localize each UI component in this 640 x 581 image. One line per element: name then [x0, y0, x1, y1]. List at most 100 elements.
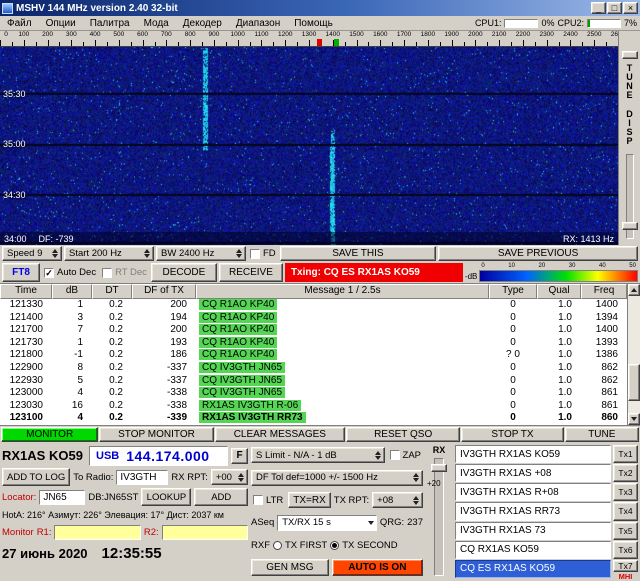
spin-down-icon[interactable] [52, 254, 58, 258]
minimize-icon[interactable]: _ [591, 2, 606, 14]
spin-up-icon[interactable] [238, 473, 244, 477]
to-radio-input[interactable]: IV3GTH [116, 470, 168, 485]
r2-input[interactable] [162, 525, 248, 540]
gen-msg-button[interactable]: GEN MSG [251, 559, 329, 576]
stop-tx-button[interactable]: STOP TX [461, 427, 563, 442]
rx-gain-handle[interactable] [431, 464, 447, 472]
tx-second-radio[interactable] [330, 541, 339, 550]
header-freq[interactable]: Freq [581, 284, 627, 299]
add-to-log-button[interactable]: ADD TO LOG [2, 468, 70, 486]
speed-spinner[interactable]: Speed 9 [2, 246, 62, 261]
bandwidth-spinner[interactable]: BW 2400 Hz [156, 246, 246, 261]
reset-qso-button[interactable]: RESET QSO [346, 427, 460, 442]
tx-rpt-spinner[interactable]: +08 [372, 492, 423, 508]
tune-button[interactable]: TUNE [565, 427, 639, 442]
rt-dec-checkbox-box[interactable] [102, 268, 112, 278]
spin-down-icon[interactable] [413, 478, 419, 482]
waterfall-canvas[interactable] [0, 47, 618, 245]
scrollbar-thumb[interactable] [628, 364, 640, 401]
header-type[interactable]: Type [489, 284, 537, 299]
fd-checkbox-box[interactable] [250, 249, 260, 259]
tx-equals-rx-button[interactable]: TX=RX [288, 492, 331, 508]
speed-spin-arrows[interactable] [50, 249, 60, 258]
spin-up-icon[interactable] [144, 249, 150, 253]
tx-select-button[interactable]: Tx6 [613, 541, 638, 559]
start-frequency-spinner[interactable]: Start 200 Hz [64, 246, 154, 261]
receive-button[interactable]: RECEIVE [219, 263, 283, 282]
zap-checkbox[interactable]: ZAP [388, 450, 423, 461]
spin-up-icon[interactable] [413, 473, 419, 477]
table-row[interactable]: 12300040.2-338CQ IV3GTH JN6501.0861 [0, 387, 640, 400]
save-this-button[interactable]: SAVE THIS [280, 246, 436, 261]
table-row[interactable]: 12170070.2200CQ R1AO KP4001.01400 [0, 324, 640, 337]
disp-slider-handle[interactable] [622, 222, 638, 230]
tx-message[interactable]: IV3GTH RX1AS KO59 [455, 445, 611, 463]
scroll-up-icon[interactable] [628, 284, 640, 296]
decode-button[interactable]: DECODE [151, 263, 217, 282]
spin-up-icon[interactable] [236, 249, 242, 253]
spin-down-icon[interactable] [236, 254, 242, 258]
frequency-edit-button[interactable]: F [231, 448, 248, 464]
header-df[interactable]: DF of TX [132, 284, 196, 299]
menu-item[interactable]: Палитра [83, 17, 137, 30]
maximize-icon[interactable]: □ [607, 2, 622, 14]
menu-item[interactable]: Помощь [287, 17, 340, 30]
save-previous-button[interactable]: SAVE PREVIOUS [438, 246, 638, 261]
table-row[interactable]: 12290080.2-337CQ IV3GTH JN6501.0862 [0, 362, 640, 375]
tx-message[interactable]: IV3GTH RX1AS +08 [455, 464, 611, 482]
ltr-checkbox[interactable]: LTR [251, 495, 285, 506]
tx-select-button[interactable]: Tx4 [613, 502, 638, 520]
spin-up-icon[interactable] [413, 496, 419, 500]
disp-slider[interactable] [626, 154, 634, 239]
monitor-button[interactable]: MONITOR [1, 427, 98, 442]
rt-dec-checkbox[interactable]: RT Dec [100, 263, 149, 282]
spin-down-icon[interactable] [413, 501, 419, 505]
rx-gain-slider[interactable] [434, 458, 444, 576]
tune-slider-handle[interactable] [622, 51, 638, 59]
tx-first-radio[interactable] [273, 541, 282, 550]
s-limit-spinner[interactable]: S Limit - N/A - 1 dB [251, 447, 385, 463]
rx-rpt-spin-arrows[interactable] [236, 473, 246, 482]
locator-input[interactable]: JN65 [39, 490, 85, 505]
tx-select-button[interactable]: Tx3 [613, 483, 638, 501]
mode-button[interactable]: FT8 [2, 263, 40, 282]
tx-select-button[interactable]: Tx2 [613, 464, 638, 482]
bw-spin-arrows[interactable] [234, 249, 244, 258]
scrollbar-track[interactable] [628, 296, 640, 413]
header-message[interactable]: Message 1 / 2.5s [196, 284, 489, 299]
tx-message[interactable]: IV3GTH RX1AS 73 [455, 522, 611, 540]
tx-message[interactable]: IV3GTH RX1AS RR73 [455, 502, 611, 520]
header-dt[interactable]: DT [92, 284, 132, 299]
zap-checkbox-box[interactable] [390, 450, 400, 460]
fd-checkbox[interactable]: FD [248, 246, 278, 261]
tx-message[interactable]: CQ RX1AS KO59 [455, 541, 611, 559]
period-combobox[interactable]: TX/RX 15 s [277, 515, 377, 531]
df-tol-spinner[interactable]: DF Tol def=1000 +/- 1500 Hz [251, 470, 423, 486]
menu-item[interactable]: Мода [137, 17, 176, 30]
scroll-down-icon[interactable] [628, 413, 640, 425]
ltr-checkbox-box[interactable] [253, 495, 263, 505]
tx-rpt-spin-arrows[interactable] [411, 496, 421, 505]
frequency-ruler[interactable]: 0100200300400500600700800900100011001200… [0, 31, 618, 47]
df-tol-spin-arrows[interactable] [411, 473, 421, 482]
table-row[interactable]: 12293050.2-337CQ IV3GTH JN6501.0862 [0, 375, 640, 388]
spin-down-icon[interactable] [375, 456, 381, 460]
menu-item[interactable]: Декодер [176, 17, 229, 30]
table-row[interactable]: 12310040.2-339RX1AS IV3GTH RR7301.0860 [0, 412, 640, 425]
header-qual[interactable]: Qual [537, 284, 581, 299]
table-scrollbar[interactable] [627, 284, 640, 425]
stop-monitor-button[interactable]: STOP MONITOR [99, 427, 213, 442]
tx-message[interactable]: IV3GTH RX1AS R+08 [455, 483, 611, 501]
rx-rpt-spinner[interactable]: +00 [211, 469, 248, 485]
tx-select-button[interactable]: Tx5 [613, 522, 638, 540]
spin-up-icon[interactable] [375, 451, 381, 455]
table-row[interactable]: 12173010.2193CQ R1AO KP4001.01393 [0, 337, 640, 350]
spin-down-icon[interactable] [144, 254, 150, 258]
r1-input[interactable] [54, 525, 140, 540]
clear-messages-button[interactable]: CLEAR MESSAGES [215, 427, 345, 442]
menu-item[interactable]: Опции [39, 17, 83, 30]
close-icon[interactable]: × [623, 2, 638, 14]
tx-select-button[interactable]: Tx1 [613, 445, 638, 463]
tx-select-button[interactable]: Tx7 [613, 560, 638, 572]
lookup-button[interactable]: LOOKUP [141, 488, 191, 506]
